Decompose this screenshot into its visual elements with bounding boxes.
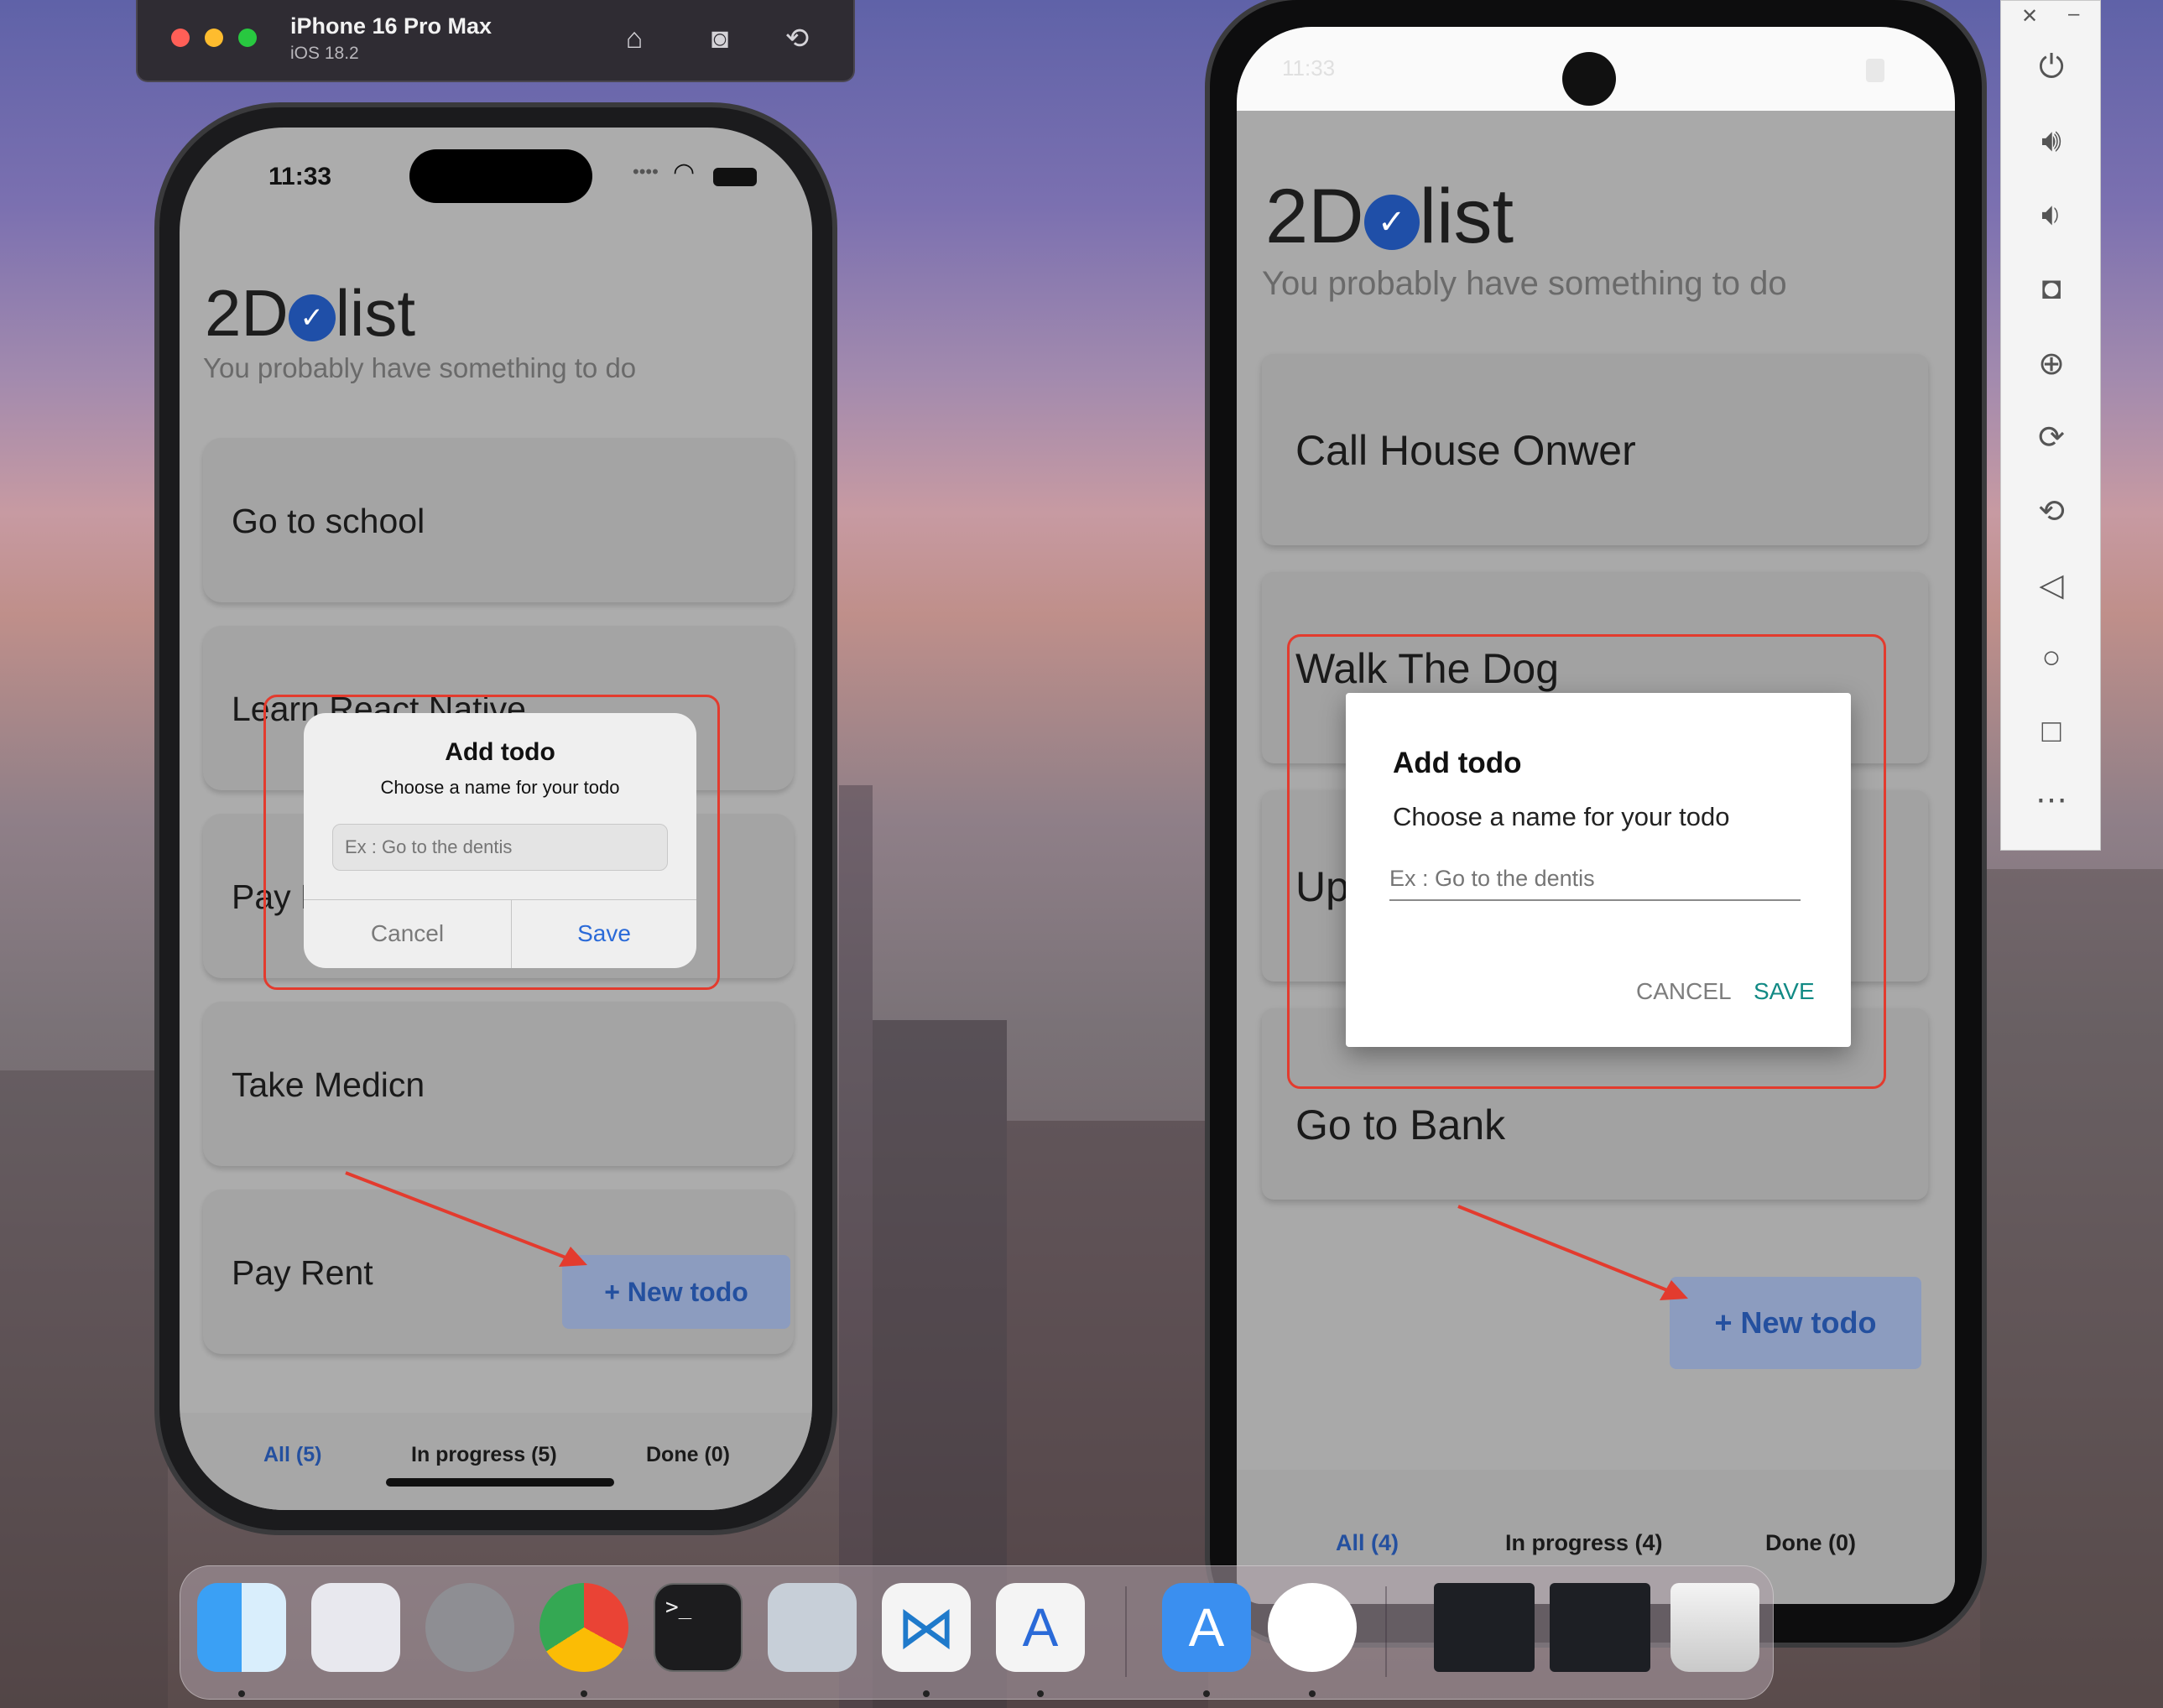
checkmark-icon: ✓: [1363, 194, 1420, 250]
camera-icon[interactable]: ◘: [2001, 271, 2102, 307]
zoom-icon[interactable]: ⊕: [2001, 345, 2102, 383]
app-subtitle: You probably have something to do: [203, 352, 637, 383]
todo-title: Call House Onwer: [1295, 427, 1636, 474]
xcode-icon[interactable]: A: [1162, 1583, 1251, 1672]
power-icon[interactable]: ⏻: [2001, 49, 2102, 86]
finder-icon[interactable]: [197, 1583, 286, 1672]
tab-all[interactable]: All (5): [263, 1443, 321, 1467]
minimized-window-1[interactable]: [1434, 1583, 1535, 1672]
todo-card[interactable]: Go to school: [203, 438, 794, 602]
todo-title: Take Medicn: [232, 1065, 425, 1104]
more-icon[interactable]: ⋯: [2001, 781, 2102, 819]
android-studio-icon[interactable]: [1268, 1583, 1357, 1672]
app-subtitle: You probably have something to do: [1262, 265, 1787, 302]
running-indicator: [1203, 1690, 1210, 1697]
rotate-left-icon[interactable]: ⟳: [2001, 419, 2102, 456]
home-icon[interactable]: ⌂: [616, 20, 653, 57]
running-indicator: [1309, 1690, 1316, 1697]
app-logo: 2D ✓ list: [205, 275, 415, 351]
system-settings-icon[interactable]: [425, 1583, 514, 1672]
close-emulator-button[interactable]: ✕: [2021, 4, 2038, 29]
checkmark-icon: ✓: [288, 294, 336, 342]
rotate-right-icon[interactable]: ⟲: [2001, 492, 2102, 530]
dock-separator: [1385, 1586, 1387, 1677]
volume-up-icon[interactable]: 🔊︎: [2001, 123, 2102, 159]
android-status-time: 11:33: [1282, 55, 1336, 81]
simulator-titlebar: iPhone 16 Pro Max iOS 18.2 ⌂ ◙ ⟲: [136, 0, 855, 82]
terminal-icon[interactable]: >_: [654, 1583, 743, 1672]
signal-icon: ••••: [633, 161, 659, 182]
battery-icon: [713, 168, 757, 186]
home-circle-icon[interactable]: ○: [2001, 640, 2102, 676]
logo-prefix: 2D: [1265, 174, 1364, 259]
tab-all[interactable]: All (4): [1336, 1530, 1399, 1556]
macos-dock: >_ ⋈ A A: [180, 1565, 1774, 1700]
todo-title: Go to Bank: [1295, 1101, 1506, 1148]
overview-icon[interactable]: □: [2001, 714, 2102, 750]
annotation-highlight-box: [1287, 634, 1886, 1089]
home-indicator: [386, 1478, 614, 1487]
close-window-button[interactable]: [171, 29, 190, 47]
new-todo-button[interactable]: + New todo: [562, 1255, 790, 1329]
todo-card[interactable]: Take Medicn: [203, 1002, 794, 1166]
logo-suffix: list: [1419, 174, 1514, 259]
todo-card[interactable]: Call House Onwer: [1262, 354, 1928, 545]
minimize-window-button[interactable]: [205, 29, 223, 47]
launchpad-icon[interactable]: [311, 1583, 400, 1672]
system-preferences-icon[interactable]: [768, 1583, 857, 1672]
tab-in-progress[interactable]: In progress (5): [411, 1443, 557, 1467]
annotation-highlight-box: [263, 695, 720, 990]
os-version: iOS 18.2: [290, 44, 359, 63]
running-indicator: [1037, 1690, 1044, 1697]
chrome-icon[interactable]: [539, 1583, 628, 1672]
running-indicator: [923, 1690, 930, 1697]
ios-tab-bar: All (5) In progress (5) Done (0): [180, 1413, 812, 1510]
new-todo-button[interactable]: + New todo: [1670, 1277, 1921, 1369]
wifi-icon: ◠: [673, 159, 696, 186]
minimized-window-2[interactable]: [1550, 1583, 1650, 1672]
vscode-icon[interactable]: ⋈: [882, 1583, 971, 1672]
annotation-arrow: [345, 1171, 587, 1267]
emulator-toolbar: ✕ – ⏻ 🔊︎ 🔉︎ ◘ ⊕ ⟳ ⟲ ◁ ○ □ ⋯: [2000, 0, 2101, 851]
device-name: iPhone 16 Pro Max: [290, 13, 493, 39]
tab-done[interactable]: Done (0): [1765, 1530, 1856, 1556]
back-icon[interactable]: ◁: [2001, 566, 2102, 604]
volume-down-icon[interactable]: 🔉︎: [2001, 197, 2102, 233]
running-indicator: [238, 1690, 245, 1697]
ios-status-time: 11:33: [268, 163, 332, 190]
tab-done[interactable]: Done (0): [646, 1443, 730, 1467]
front-camera: [1562, 52, 1616, 106]
android-battery-icon: [1866, 59, 1884, 82]
annotation-arrow: [1457, 1205, 1688, 1300]
running-indicator: [581, 1690, 587, 1697]
rotate-icon[interactable]: ⟲: [779, 20, 816, 57]
screenshot-icon[interactable]: ◙: [701, 20, 738, 57]
zoom-window-button[interactable]: [238, 29, 257, 47]
dock-separator: [1125, 1586, 1127, 1677]
app-logo: 2D ✓ list: [1265, 174, 1514, 258]
logo-suffix: list: [335, 276, 416, 350]
tab-in-progress[interactable]: In progress (4): [1505, 1530, 1663, 1556]
minimize-emulator-button[interactable]: –: [2068, 3, 2079, 26]
dynamic-island: [409, 149, 592, 203]
trash-icon[interactable]: [1670, 1583, 1759, 1672]
todo-title: Go to school: [232, 502, 425, 540]
instruments-icon[interactable]: A: [996, 1583, 1085, 1672]
logo-prefix: 2D: [205, 276, 289, 350]
